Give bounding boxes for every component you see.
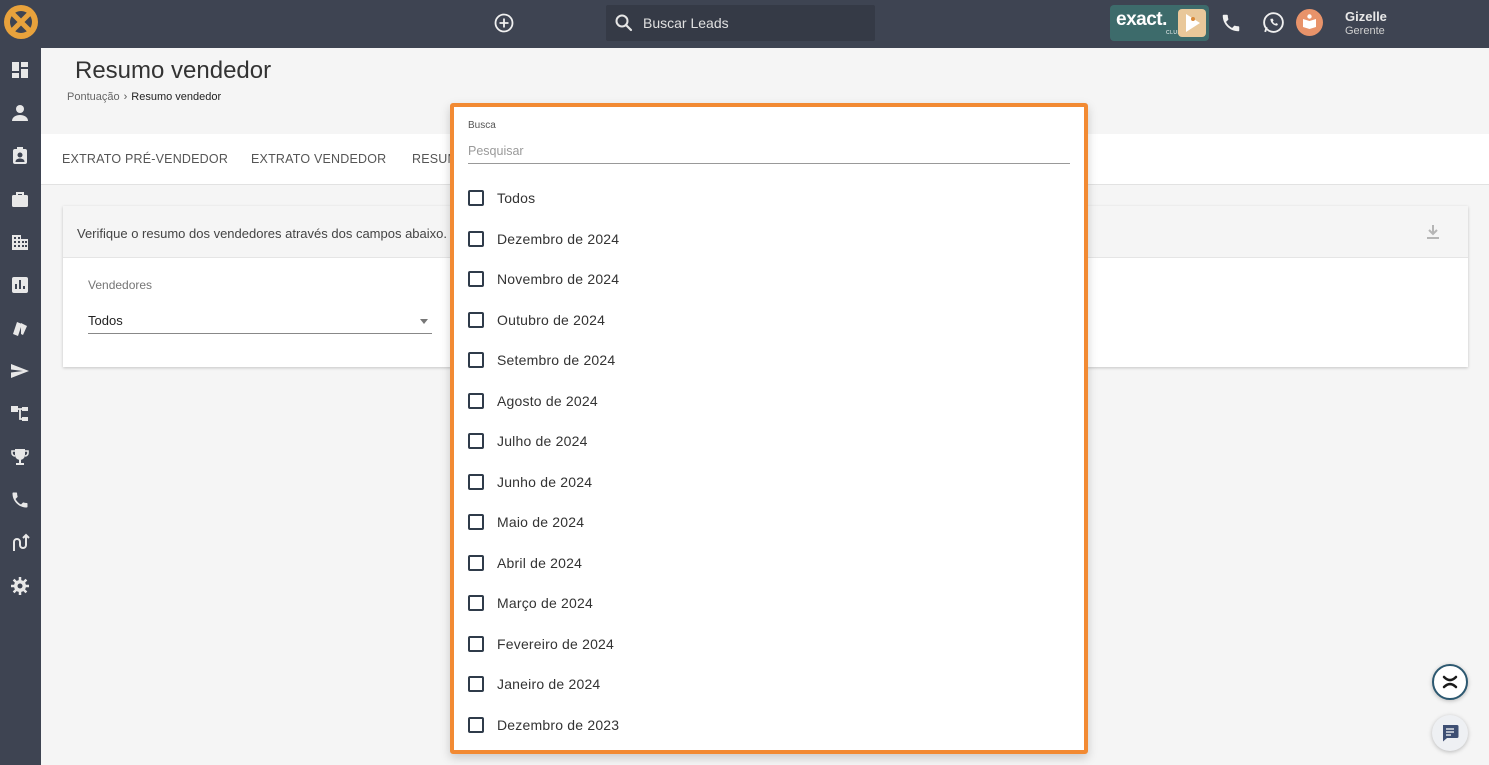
gear-icon[interactable] [10,576,30,596]
brand-text: exact. [1116,9,1167,30]
checkbox[interactable] [468,555,484,571]
option-label: Dezembro de 2023 [497,717,620,733]
option-item[interactable]: Setembro de 2024 [468,346,1068,374]
app-logo-icon[interactable] [2,3,40,41]
option-item[interactable]: Dezembro de 2023 [468,711,1068,739]
building-icon[interactable] [10,232,30,252]
option-label: Junho de 2024 [497,474,593,490]
option-label: Abril de 2024 [497,555,583,571]
checkbox[interactable] [468,312,484,328]
vendedores-select[interactable]: Todos [88,310,432,334]
play-icon [1178,9,1206,37]
user-role: Gerente [1345,25,1385,37]
hierarchy-icon[interactable] [10,404,30,424]
option-label: Maio de 2024 [497,514,585,530]
card-instructions: Verifique o resumo dos vendedores atravé… [77,226,461,241]
option-todos[interactable]: Todos [468,184,1068,212]
lead-search-input[interactable] [643,5,868,41]
option-label: Agosto de 2024 [497,393,598,409]
option-item[interactable]: Novembro de 2024 [468,265,1068,293]
routes-icon[interactable] [10,533,30,553]
collapse-widget-button[interactable] [1432,664,1468,700]
search-icon [615,14,633,32]
checkbox[interactable] [468,433,484,449]
breadcrumb-current: Resumo vendedor [131,91,222,103]
checkbox[interactable] [468,595,484,611]
checkbox[interactable] [468,190,484,206]
contacts-icon[interactable] [10,146,30,166]
person-icon[interactable] [10,103,30,123]
checkbox[interactable] [468,393,484,409]
phone-icon[interactable] [1220,12,1242,34]
option-item[interactable]: Fevereiro de 2024 [468,630,1068,658]
send-icon[interactable] [10,361,30,381]
option-item[interactable]: Março de 2024 [468,589,1068,617]
trophy-icon[interactable] [10,447,30,467]
checkbox[interactable] [468,636,484,652]
whatsapp-icon[interactable] [1261,10,1286,35]
option-label: Julho de 2024 [497,433,588,449]
checkbox[interactable] [468,271,484,287]
option-label: Dezembro de 2024 [497,231,620,247]
option-label: Novembro de 2024 [497,271,620,287]
dropdown-search-label: Busca [468,120,496,131]
vendedores-label: Vendedores [88,278,153,292]
exact-club-badge[interactable]: exact. CLUB [1110,5,1209,41]
breadcrumb-parent[interactable]: Pontuação [67,91,120,103]
avatar[interactable] [1296,9,1323,36]
chevron-down-icon [420,319,428,324]
option-item[interactable]: Janeiro de 2024 [468,670,1068,698]
chevron-right-icon: › [123,91,128,103]
add-circle-icon[interactable] [492,11,516,35]
book-icon [1303,14,1316,29]
option-item[interactable]: Agosto de 2024 [468,387,1068,415]
option-label: Todos [497,190,536,206]
lead-search-box [606,5,875,41]
option-item[interactable]: Junho de 2024 [468,468,1068,496]
dashboard-icon[interactable] [10,60,30,80]
sidebar [0,48,41,765]
checkbox[interactable] [468,231,484,247]
option-label: Outubro de 2024 [497,312,606,328]
option-item[interactable]: Outubro de 2024 [468,306,1068,334]
chat-icon [1443,725,1459,742]
tab-extrato-pre-vendedor[interactable]: EXTRATO PRÉ-VENDEDOR [62,152,228,166]
option-label: Janeiro de 2024 [497,676,601,692]
option-item[interactable]: Julho de 2024 [468,427,1068,455]
cards-icon[interactable] [10,318,30,338]
option-item[interactable]: Dezembro de 2024 [468,225,1068,253]
period-dropdown: Busca Todos Dezembro de 2024 Novembro de… [450,103,1088,754]
dropdown-search-input[interactable] [468,138,1070,164]
page-title: Resumo vendedor [75,57,272,84]
top-bar: exact. CLUB Gizelle Gerente [0,0,1489,48]
phone-icon[interactable] [10,490,30,510]
option-label: Setembro de 2024 [497,352,616,368]
download-icon[interactable] [1423,222,1443,242]
user-name[interactable]: Gizelle [1345,9,1387,24]
collapse-icon [1442,675,1458,689]
checkbox[interactable] [468,474,484,490]
checkbox[interactable] [468,514,484,530]
vendedores-value: Todos [88,313,123,328]
bar-chart-icon[interactable] [10,275,30,295]
briefcase-icon[interactable] [10,189,30,209]
tab-extrato-vendedor[interactable]: EXTRATO VENDEDOR [251,152,386,166]
option-label: Fevereiro de 2024 [497,636,615,652]
breadcrumb: Pontuação › Resumo vendedor [67,91,221,103]
checkbox[interactable] [468,717,484,733]
option-label: Março de 2024 [497,595,593,611]
checkbox[interactable] [468,676,484,692]
chat-button[interactable] [1432,715,1468,751]
option-item[interactable]: Maio de 2024 [468,508,1068,536]
option-item[interactable]: Abril de 2024 [468,549,1068,577]
checkbox[interactable] [468,352,484,368]
